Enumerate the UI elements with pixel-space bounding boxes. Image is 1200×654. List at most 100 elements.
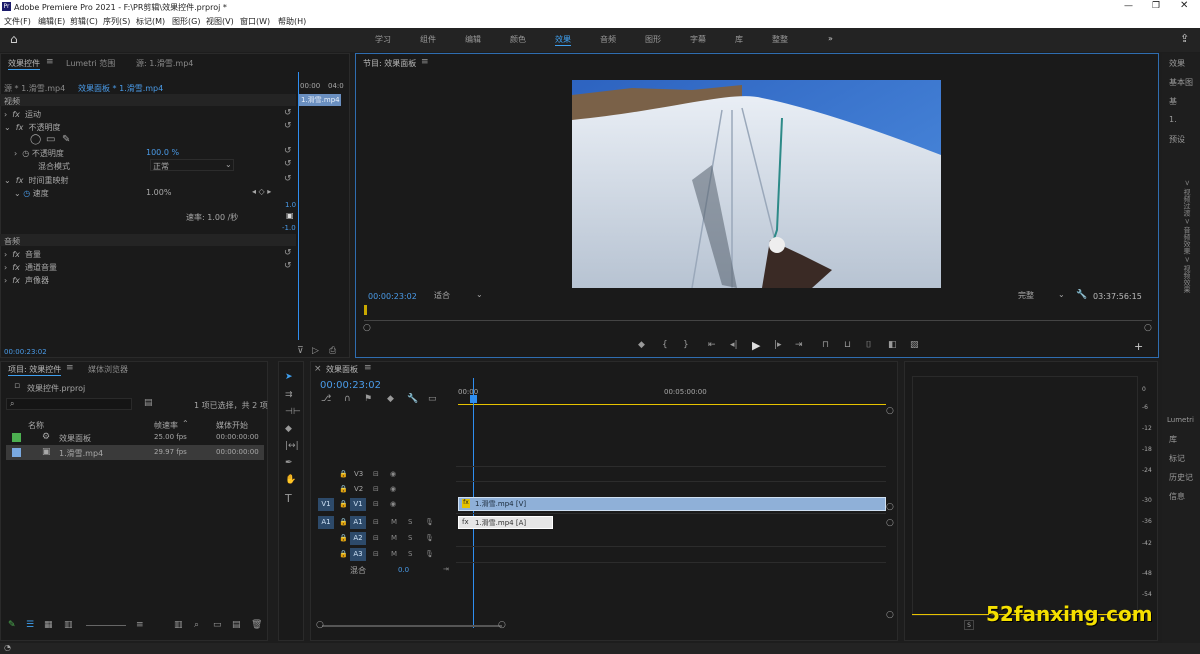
sync-lock-icon[interactable]: ⊟ [373,500,379,508]
scroll-handle-left-icon[interactable]: ○ [363,323,371,333]
trash-icon[interactable]: 🗑 [251,620,262,630]
video-clip[interactable]: fx 1.滑雪.mp4 [V] [458,497,886,511]
reset-icon[interactable]: ↺ [284,248,292,258]
timeline-title[interactable]: 效果面板 [326,364,358,375]
share-icon[interactable]: ⇪ [1180,32,1189,45]
microphone-icon[interactable]: 🎙 [425,518,434,526]
sequence-clip-label[interactable]: 效果面板 * 1.滑雪.mp4 [78,83,163,94]
panner-effect[interactable]: › fx 声像器 [4,275,49,286]
tab-media-browser[interactable]: 媒体浏览器 [88,364,128,375]
pen-mask-icon[interactable]: ✎ [62,134,70,145]
panel-menu-icon[interactable]: ≡ [364,363,372,373]
tab-lumetri-scopes[interactable]: Lumetri 范围 [66,58,115,69]
solo-button[interactable]: S [408,534,412,542]
lock-icon[interactable]: 🔒 [339,485,348,493]
audio-clip[interactable]: fx 1.滑雪.mp4 [A] [458,516,553,529]
quality-dropdown[interactable]: 完整 ⌄ [1018,290,1068,302]
right-tab-markers[interactable]: 标记 [1169,453,1185,464]
step-forward-icon[interactable]: |▸ [774,340,782,350]
right-tab-lumetri[interactable]: Lumetri [1167,416,1194,424]
workspace-effects[interactable]: 效果 [555,34,571,46]
mark-out-icon[interactable]: } [683,340,689,350]
sync-lock-icon[interactable]: ⊟ [373,518,379,526]
effects-tree-vertical[interactable]: > 视频过渡 > 音频效果 > 视频效果 [1178,180,1192,380]
track-label-v2[interactable]: V2 [354,485,363,493]
reset-icon[interactable]: ↺ [284,146,292,156]
expand-arrow-icon[interactable]: › [4,110,7,119]
freeform-view-icon[interactable]: ▥ [64,620,73,630]
right-tab-1[interactable]: 1. [1169,115,1177,124]
go-to-in-icon[interactable]: ⇤ [708,340,716,350]
workspace-graphics[interactable]: 图形 [645,34,661,45]
menu-marker[interactable]: 标记(M) [136,16,165,27]
step-back-icon[interactable]: ◂| [730,340,738,350]
workspace-libraries[interactable]: 库 [735,34,743,45]
motion-effect[interactable]: › fx 运动 [4,109,41,120]
lock-icon[interactable]: 🔒 [339,518,348,526]
stopwatch-icon[interactable]: ◷ [22,149,29,158]
new-item-icon[interactable]: ▤ [232,620,241,630]
sort-icon[interactable]: ≡ [136,620,144,630]
snap-icon[interactable]: ∩ [344,394,351,404]
workspace-captions[interactable]: 字幕 [690,34,706,45]
sync-lock-icon[interactable]: ⊟ [373,470,379,478]
menu-file[interactable]: 文件(F) [4,16,31,27]
eye-icon[interactable]: ◉ [390,500,396,508]
speed-value[interactable]: 1.00% [146,188,171,197]
selection-tool-icon[interactable]: ➤ [285,372,293,382]
right-tab-effects[interactable]: 效果 [1169,58,1185,69]
camera-icon[interactable]: ⌷ [866,340,871,350]
maximize-icon[interactable]: ❐ [1152,1,1160,11]
razor-tool-icon[interactable]: ◆ [285,424,292,434]
menu-clip[interactable]: 剪辑(C) [70,16,98,27]
icon-view-icon[interactable]: ▦ [44,620,53,630]
mute-button[interactable]: M [391,518,397,526]
reset-icon[interactable]: ↺ [284,159,292,169]
workspace-learn[interactable]: 学习 [375,34,391,45]
go-to-end-icon[interactable]: ⇥ [443,565,449,573]
program-playhead-marker[interactable] [364,305,367,315]
timeline-zoom-scrollbar[interactable] [322,625,502,627]
eye-icon[interactable]: ◉ [390,485,396,493]
nest-icon[interactable]: ⎇ [321,394,331,404]
mark-in-icon[interactable]: { [662,340,668,350]
close-icon[interactable]: ✕ [1180,0,1188,11]
more-workspaces-icon[interactable]: » [828,34,833,43]
play-only-icon[interactable]: ▷ [312,346,319,356]
minimize-icon[interactable]: — [1124,1,1133,11]
program-playhead-timecode[interactable]: 00:00:23:02 [368,292,417,301]
menu-view[interactable]: 视图(V) [206,16,234,27]
menu-sequence[interactable]: 序列(S) [103,16,130,27]
mute-button[interactable]: M [391,534,397,542]
workspace-editing[interactable]: 编辑 [465,34,481,45]
scroll-handle-right-icon[interactable]: ○ [1144,323,1152,333]
track-label-a1[interactable]: A1 [350,516,366,529]
new-bin-from-search-icon[interactable]: ▤ [144,398,153,408]
microphone-icon[interactable]: 🎙 [425,534,434,542]
ellipse-mask-icon[interactable]: ◯ [30,134,41,145]
workspace-audio[interactable]: 音频 [600,34,616,45]
scroll-handle-right-icon[interactable]: ○ [498,620,506,630]
bezier-icon[interactable]: ▣ [286,211,294,220]
lift-icon[interactable]: ⊓ [822,340,829,350]
tab-source[interactable]: 源: 1.滑雪.mp4 [136,58,193,69]
right-tab-info[interactable]: 信息 [1169,491,1185,502]
project-row[interactable]: ⚙ 效果面板 25.00 fps 00:00:00:00 [6,430,264,445]
panel-menu-icon[interactable]: ≡ [421,57,429,67]
close-tab-icon[interactable]: × [314,364,322,374]
rectangle-mask-icon[interactable]: ▭ [46,134,55,145]
export-frame-icon[interactable]: ⎙ [329,346,336,356]
hand-tool-icon[interactable]: ✋ [285,475,296,485]
slip-tool-icon[interactable]: |↔| [285,441,299,451]
timeline-timecode[interactable]: 00:00:23:02 [320,380,381,391]
tab-project[interactable]: 项目: 效果控件 [8,364,62,376]
right-tab-essential-graphics[interactable]: 基本图 [1169,77,1193,88]
workspace-custom[interactable]: 整整 [772,34,788,45]
captions-icon[interactable]: ▭ [428,394,437,404]
source-clip-label[interactable]: 源 * 1.滑雪.mp4 [4,83,65,94]
scroll-handle-icon[interactable]: ○ [886,610,894,620]
menu-window[interactable]: 窗口(W) [240,16,270,27]
menu-help[interactable]: 帮助(H) [278,16,306,27]
new-bin-icon[interactable]: ▭ [213,620,222,630]
sync-lock-icon[interactable]: ⊟ [373,485,379,493]
